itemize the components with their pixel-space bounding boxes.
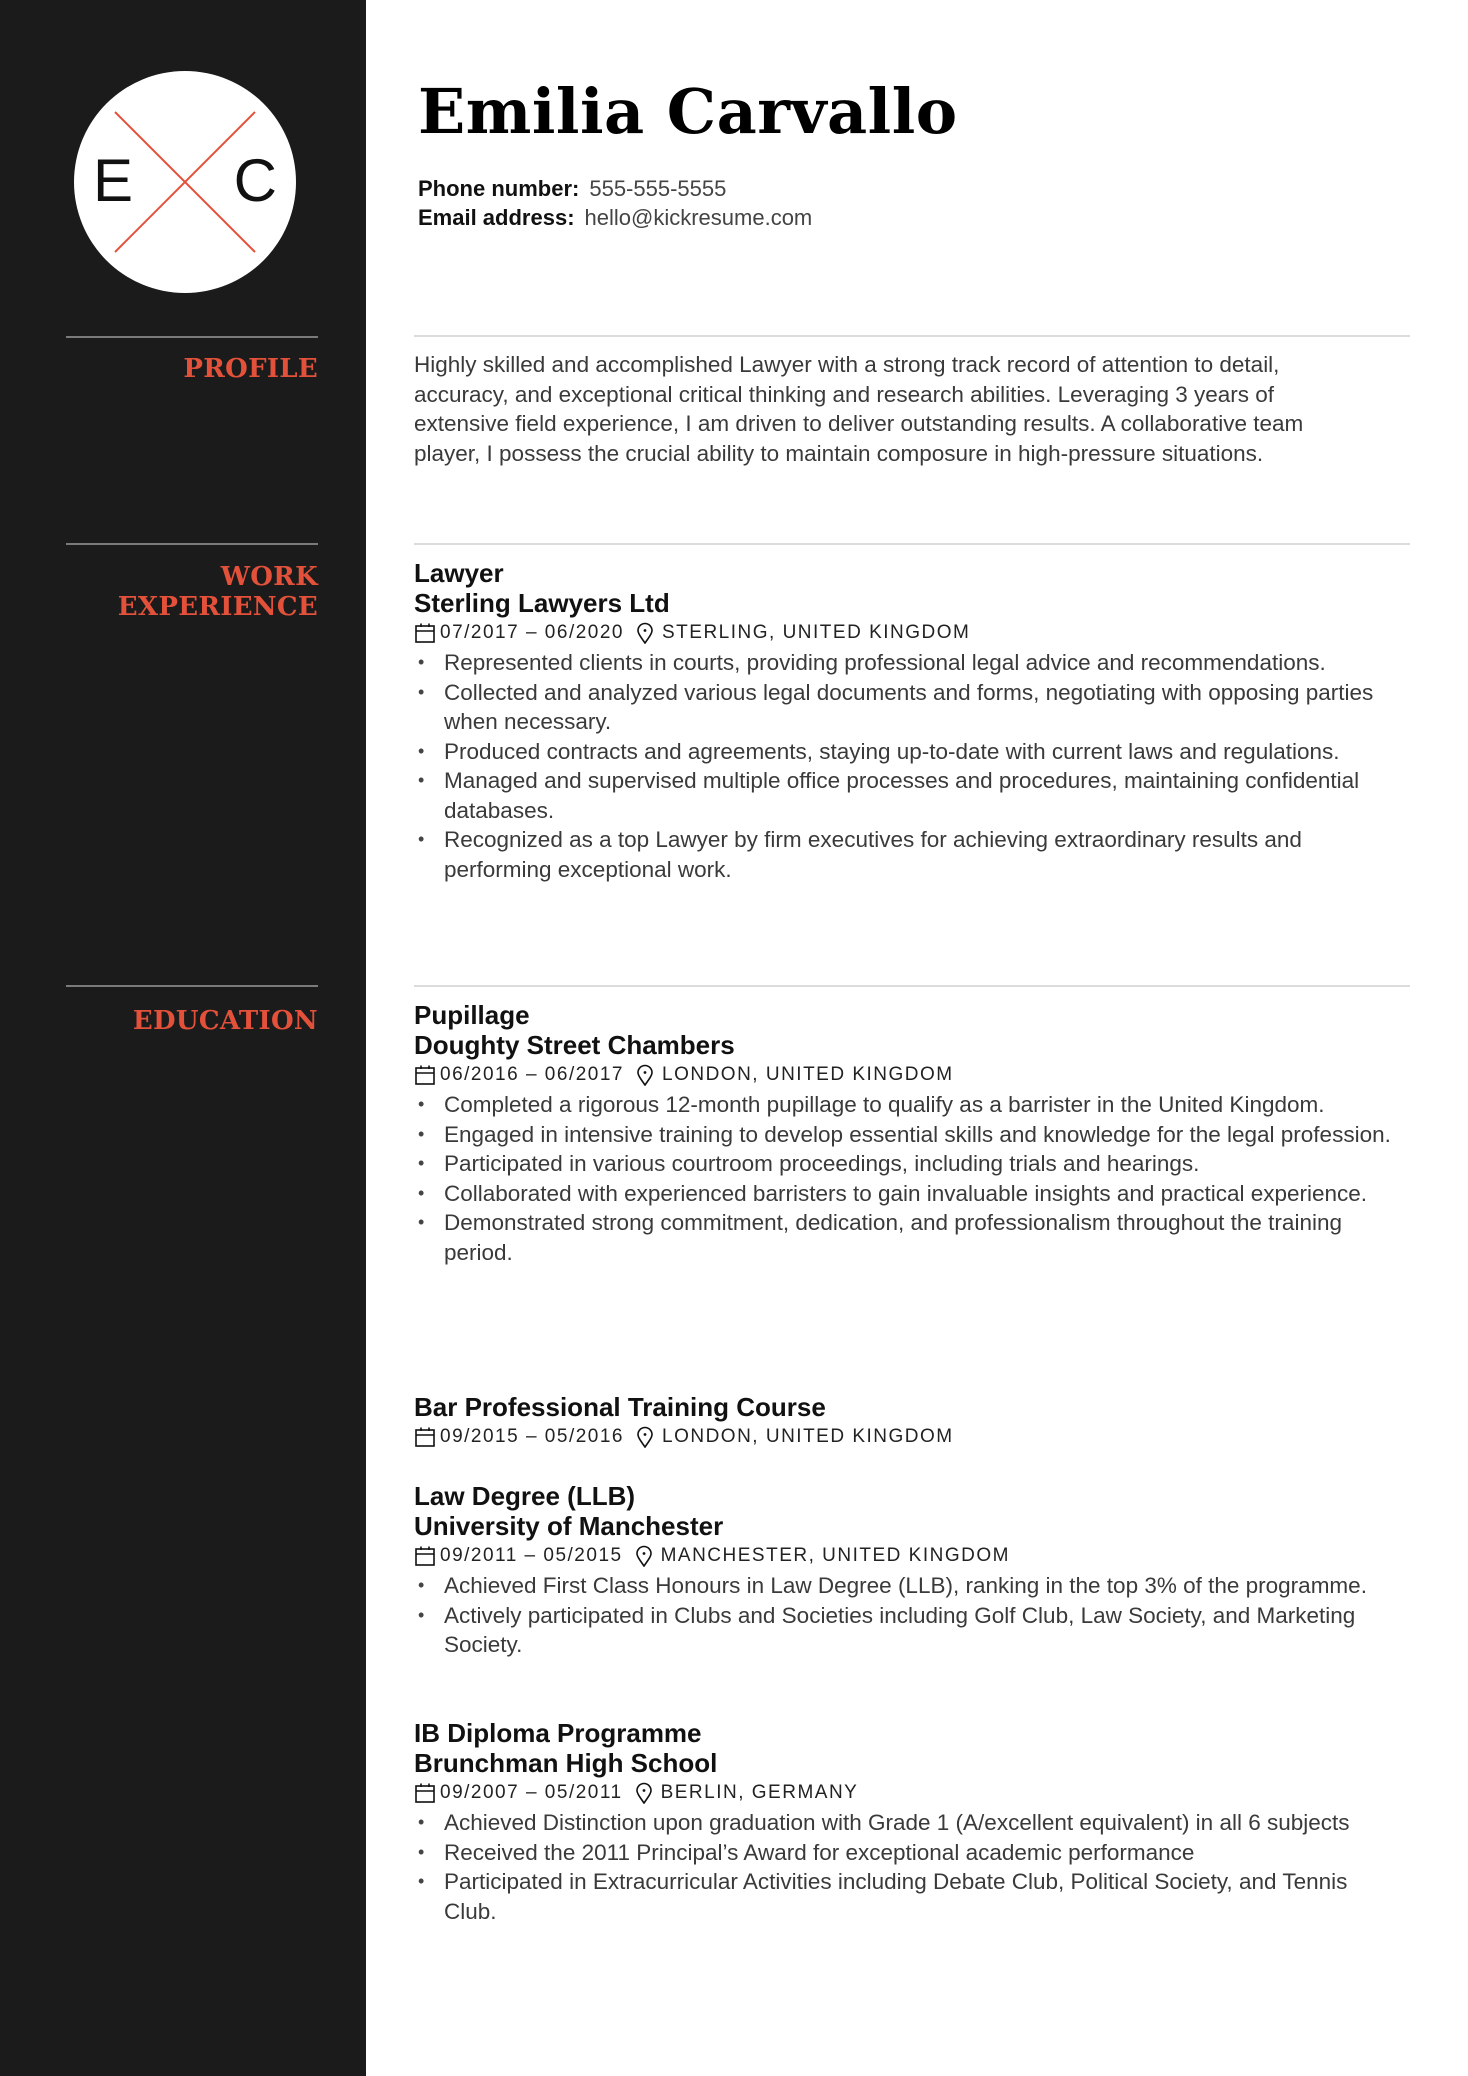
work-entry: Lawyer Sterling Lawyers Ltd 07/2017 – 06… (414, 558, 1394, 884)
section-divider (414, 543, 1410, 545)
education-entry: Bar Professional Training Course 09/2015… (414, 1392, 1394, 1452)
list-item: Actively participated in Clubs and Socie… (414, 1601, 1394, 1660)
institution: University of Manchester (414, 1511, 724, 1541)
profile-summary: Highly skilled and accomplished Lawyer w… (414, 352, 1304, 466)
monogram-letter-left: E (93, 147, 134, 214)
entry-meta: 06/2016 – 06/2017 LONDON, UNITED KINGDOM (414, 1060, 1394, 1090)
entry-meta: 09/2007 – 05/2011 BERLIN, GERMANY (414, 1778, 1394, 1808)
list-item: Participated in Extracurricular Activiti… (414, 1867, 1394, 1926)
section-heading-line: WORK (220, 562, 318, 592)
list-item: Achieved Distinction upon graduation wit… (414, 1808, 1394, 1838)
section-heading-line: EXPERIENCE (117, 592, 318, 622)
degree-title: Law Degree (LLB) (414, 1481, 636, 1511)
calendar-icon (415, 623, 435, 643)
list-item: Received the 2011 Principal’s Award for … (414, 1838, 1394, 1868)
entry-location: MANCHESTER, UNITED KINGDOM (660, 1545, 1010, 1566)
job-title: Lawyer (414, 558, 504, 588)
entry-location: LONDON, UNITED KINGDOM (662, 1064, 954, 1085)
entry-dates: 06/2016 – 06/2017 (440, 1064, 624, 1085)
location-pin-icon (637, 622, 653, 644)
calendar-icon (415, 1783, 435, 1803)
calendar-icon (415, 1546, 435, 1566)
candidate-name: Emilia Carvallo (418, 75, 958, 148)
monogram-letter-right: C (233, 147, 277, 214)
list-item: Participated in various courtroom procee… (414, 1149, 1394, 1179)
list-item: Achieved First Class Honours in Law Degr… (414, 1571, 1394, 1601)
location-pin-icon (635, 1782, 652, 1804)
institution: Doughty Street Chambers (414, 1030, 735, 1060)
entry-dates: 09/2015 – 05/2016 (440, 1426, 624, 1447)
sidebar: E C PROFILE WORK EXPERIENCE EDUCATION (0, 0, 366, 2076)
education-entry: Pupillage Doughty Street Chambers 06/201… (414, 1000, 1394, 1267)
calendar-icon (415, 1065, 435, 1085)
list-item: Managed and supervised multiple office p… (414, 766, 1394, 825)
list-item: Recognized as a top Lawyer by firm execu… (414, 825, 1394, 884)
employer: Sterling Lawyers Ltd (414, 588, 670, 618)
section-heading-profile: PROFILE (183, 354, 318, 384)
list-item: Demonstrated strong commitment, dedicati… (414, 1208, 1394, 1267)
entry-dates: 09/2007 – 05/2011 (440, 1782, 623, 1803)
entry-dates: 07/2017 – 06/2020 (440, 622, 624, 643)
entry-location: LONDON, UNITED KINGDOM (662, 1426, 954, 1447)
entry-meta: 07/2017 – 06/2020 STERLING, UNITED KINGD… (414, 618, 1394, 648)
contact-phone: Phone number: 555-555-5555 (418, 174, 726, 204)
list-item: Represented clients in courts, providing… (414, 648, 1394, 678)
list-item: Collected and analyzed various legal doc… (414, 678, 1394, 737)
contact-email: Email address: hello@kickresume.com (418, 203, 812, 233)
phone-value: 555-555-5555 (589, 176, 727, 201)
list-item: Engaged in intensive training to develop… (414, 1120, 1394, 1150)
section-heading-work-experience: WORK EXPERIENCE (66, 562, 318, 622)
location-pin-icon (635, 1545, 652, 1567)
section-heading-education: EDUCATION (132, 1006, 318, 1036)
email-value: hello@kickresume.com (584, 205, 813, 230)
education-entry: IB Diploma Programme Brunchman High Scho… (414, 1718, 1394, 1926)
degree-title: IB Diploma Programme (414, 1718, 702, 1748)
entry-location: STERLING, UNITED KINGDOM (662, 622, 971, 643)
location-pin-icon (637, 1426, 653, 1448)
achievement-list: Completed a rigorous 12-month pupillage … (414, 1090, 1394, 1267)
email-label: Email address: (418, 205, 575, 230)
location-pin-icon (637, 1064, 653, 1086)
calendar-icon (415, 1427, 435, 1447)
institution: Brunchman High School (414, 1748, 718, 1778)
education-entry: Law Degree (LLB) University of Mancheste… (414, 1481, 1394, 1660)
list-item: Produced contracts and agreements, stayi… (414, 737, 1394, 767)
phone-label: Phone number: (418, 176, 580, 201)
entry-dates: 09/2011 – 05/2015 (440, 1545, 623, 1566)
achievement-list: Represented clients in courts, providing… (414, 648, 1394, 884)
degree-title: Bar Professional Training Course (414, 1392, 826, 1422)
monogram-logo: E C (74, 71, 296, 293)
sidebar-divider (66, 985, 318, 987)
achievement-list: Achieved Distinction upon graduation wit… (414, 1808, 1394, 1926)
section-divider (414, 335, 1410, 337)
list-item: Collaborated with experienced barristers… (414, 1179, 1394, 1209)
entry-meta: 09/2015 – 05/2016 LONDON, UNITED KINGDOM (414, 1422, 1394, 1452)
entry-meta: 09/2011 – 05/2015 MANCHESTER, UNITED KIN… (414, 1541, 1394, 1571)
entry-location: BERLIN, GERMANY (660, 1782, 859, 1803)
sidebar-divider (66, 543, 318, 545)
achievement-list: Achieved First Class Honours in Law Degr… (414, 1571, 1394, 1660)
sidebar-divider (66, 336, 318, 338)
list-item: Completed a rigorous 12-month pupillage … (414, 1090, 1394, 1120)
degree-title: Pupillage (414, 1000, 530, 1030)
section-divider (414, 985, 1410, 987)
